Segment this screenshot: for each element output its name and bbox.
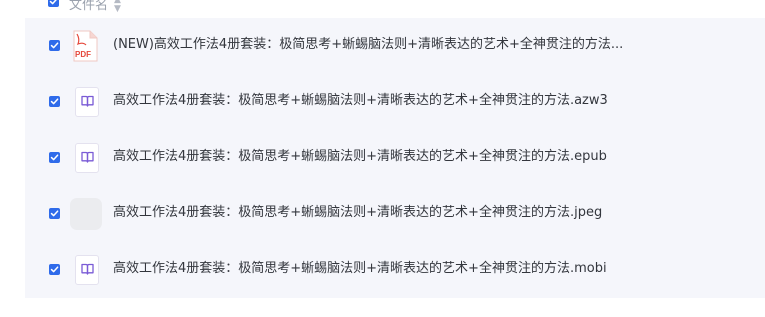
row-checkbox[interactable] (49, 152, 60, 163)
row-checkbox[interactable] (49, 40, 60, 51)
file-name[interactable]: 高效工作法4册套装：极简思考+蜥蜴脑法则+清晰表达的艺术+全神贯注的方法.azw… (113, 92, 608, 110)
check-icon (50, 266, 59, 273)
image-placeholder-icon (70, 198, 102, 230)
check-icon (50, 154, 59, 161)
pdf-label: PDF (75, 50, 91, 59)
file-row[interactable]: 高效工作法4册套装：极简思考+蜥蜴脑法则+清晰表达的艺术+全神贯注的方法.mob… (25, 242, 765, 298)
file-row[interactable]: 高效工作法4册套装：极简思考+蜥蜴脑法则+清晰表达的艺术+全神贯注的方法.jpe… (25, 186, 765, 242)
file-list-header: 文件名 ▲ ▼ (0, 0, 765, 16)
pdf-icon: PDF (72, 30, 98, 62)
file-list: PDF (NEW)高效工作法4册套装：极简思考+蜥蜴脑法则+清晰表达的艺术+全神… (25, 18, 765, 298)
row-checkbox[interactable] (49, 264, 60, 275)
file-name[interactable]: (NEW)高效工作法4册套装：极简思考+蜥蜴脑法则+清晰表达的艺术+全神贯注的方… (113, 36, 623, 54)
file-row[interactable]: PDF (NEW)高效工作法4册套装：极简思考+蜥蜴脑法则+清晰表达的艺术+全神… (25, 18, 765, 74)
file-name[interactable]: 高效工作法4册套装：极简思考+蜥蜴脑法则+清晰表达的艺术+全神贯注的方法.mob… (113, 260, 607, 278)
row-checkbox[interactable] (49, 96, 60, 107)
ebook-icon (75, 143, 99, 173)
check-icon (50, 42, 59, 49)
file-name[interactable]: 高效工作法4册套装：极简思考+蜥蜴脑法则+清晰表达的艺术+全神贯注的方法.epu… (113, 148, 607, 166)
file-name[interactable]: 高效工作法4册套装：极简思考+蜥蜴脑法则+清晰表达的艺术+全神贯注的方法.jpe… (113, 204, 602, 222)
ebook-icon (75, 87, 99, 117)
check-icon (50, 98, 59, 105)
select-all-checkbox[interactable] (48, 0, 59, 7)
ebook-icon (75, 255, 99, 285)
check-icon (49, 0, 57, 5)
sort-icon[interactable]: ▲ ▼ (114, 0, 121, 14)
check-icon (50, 210, 59, 217)
row-checkbox[interactable] (49, 208, 60, 219)
file-row[interactable]: 高效工作法4册套装：极简思考+蜥蜴脑法则+清晰表达的艺术+全神贯注的方法.azw… (25, 74, 765, 130)
file-row[interactable]: 高效工作法4册套装：极简思考+蜥蜴脑法则+清晰表达的艺术+全神贯注的方法.epu… (25, 130, 765, 186)
column-title-filename[interactable]: 文件名 (69, 0, 108, 13)
